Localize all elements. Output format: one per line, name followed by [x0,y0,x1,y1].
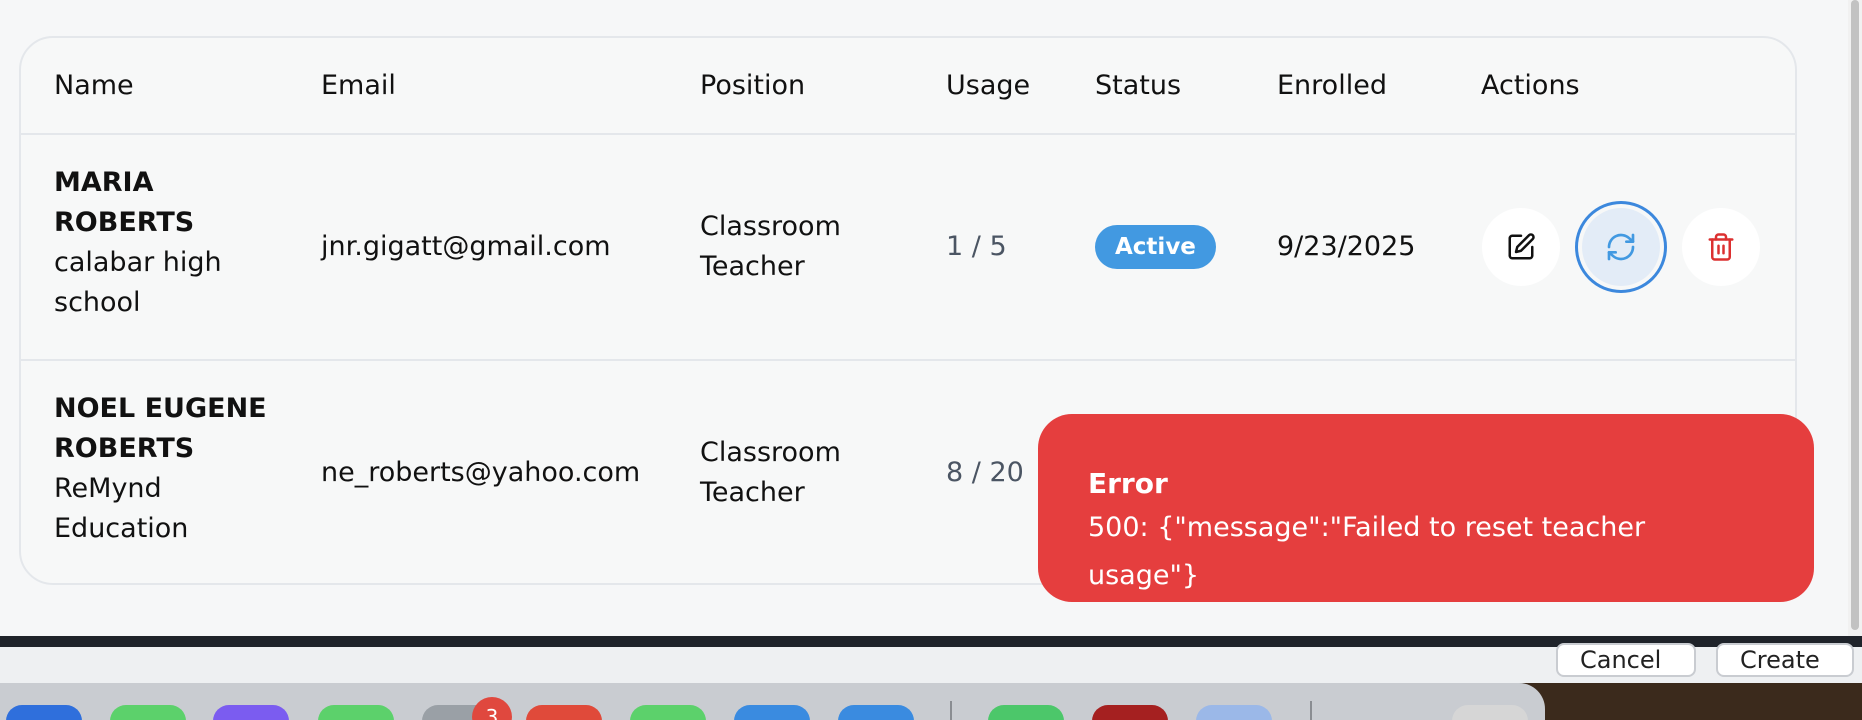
teacher-position-line: Teacher [700,477,805,508]
desktop-background: 3 [0,683,1862,720]
page-viewport: Name Email Position Usage Status Enrolle… [0,0,1862,636]
dock-app-icon[interactable] [988,705,1064,720]
create-button[interactable]: Create [1716,643,1854,677]
delete-button[interactable] [1682,208,1760,286]
teacher-name: MARIA [54,167,154,198]
teacher-name-cell: NOEL EUGENE ROBERTS ReMynd Education [54,389,267,549]
toast-title: Error [1088,467,1168,500]
dock-app-icon[interactable] [1092,705,1168,720]
column-header-enrolled: Enrolled [1277,70,1387,101]
column-header-status: Status [1095,70,1182,101]
dock-app-icon[interactable] [630,705,706,720]
teacher-position-line: Classroom [700,437,841,468]
edit-button[interactable] [1482,208,1560,286]
teacher-position-line: Teacher [700,251,805,282]
trash-icon [1708,233,1734,261]
column-header-position: Position [700,70,806,101]
table-row: MARIA ROBERTS calabar high school jnr.gi… [21,135,1795,361]
scrollbar-thumb[interactable] [1851,0,1859,630]
dock-separator [950,701,952,720]
dock-app-icon[interactable] [110,705,186,720]
cancel-button[interactable]: Cancel [1556,643,1696,677]
dock-separator [1310,701,1312,720]
status-badge: Active [1095,225,1216,269]
table-header: Name Email Position Usage Status Enrolle… [21,38,1795,135]
teacher-position: Classroom Teacher [700,207,841,287]
teacher-email: ne_roberts@yahoo.com [321,457,641,488]
teacher-enrolled-date: 9/23/2025 [1277,231,1416,262]
error-toast[interactable]: Error 500: {"message":"Failed to reset t… [1038,414,1814,602]
teacher-name: ROBERTS [54,433,195,464]
reset-usage-button[interactable] [1582,208,1660,286]
teacher-usage: 8 / 20 [946,457,1024,488]
dock: 3 [0,683,1545,720]
column-header-usage: Usage [946,70,1031,101]
edit-icon [1508,233,1535,260]
dock-app-icon[interactable] [6,705,82,720]
dock-app-icon[interactable] [734,705,810,720]
notification-badge: 3 [472,697,512,720]
column-header-email: Email [321,70,396,101]
teacher-school: calabar high [54,247,222,278]
teacher-school: Education [54,513,189,544]
teacher-position-line: Classroom [700,211,841,242]
teacher-school: school [54,287,141,318]
teacher-name: NOEL EUGENE [54,393,267,424]
teacher-name-cell: MARIA ROBERTS calabar high school [54,163,222,323]
refresh-icon [1607,233,1635,261]
teacher-school: ReMynd [54,473,162,504]
dock-app-icon[interactable] [1196,705,1272,720]
teacher-usage: 1 / 5 [946,231,1007,262]
background-dialog-footer: Cancel Create [0,643,1862,683]
column-header-actions: Actions [1481,70,1580,101]
teacher-email: jnr.gigatt@gmail.com [321,231,611,262]
teacher-name: ROBERTS [54,207,195,238]
dock-app-icon[interactable] [318,705,394,720]
toast-message: 500: {"message":"Failed to reset teacher… [1088,512,1646,591]
dock-app-icon[interactable] [213,705,289,720]
column-header-name: Name [54,70,134,101]
vertical-scrollbar[interactable] [1848,0,1862,636]
trash-icon[interactable] [1452,705,1528,720]
dock-app-icon[interactable] [526,705,602,720]
dock-app-icon[interactable] [838,705,914,720]
teacher-position: Classroom Teacher [700,433,841,513]
